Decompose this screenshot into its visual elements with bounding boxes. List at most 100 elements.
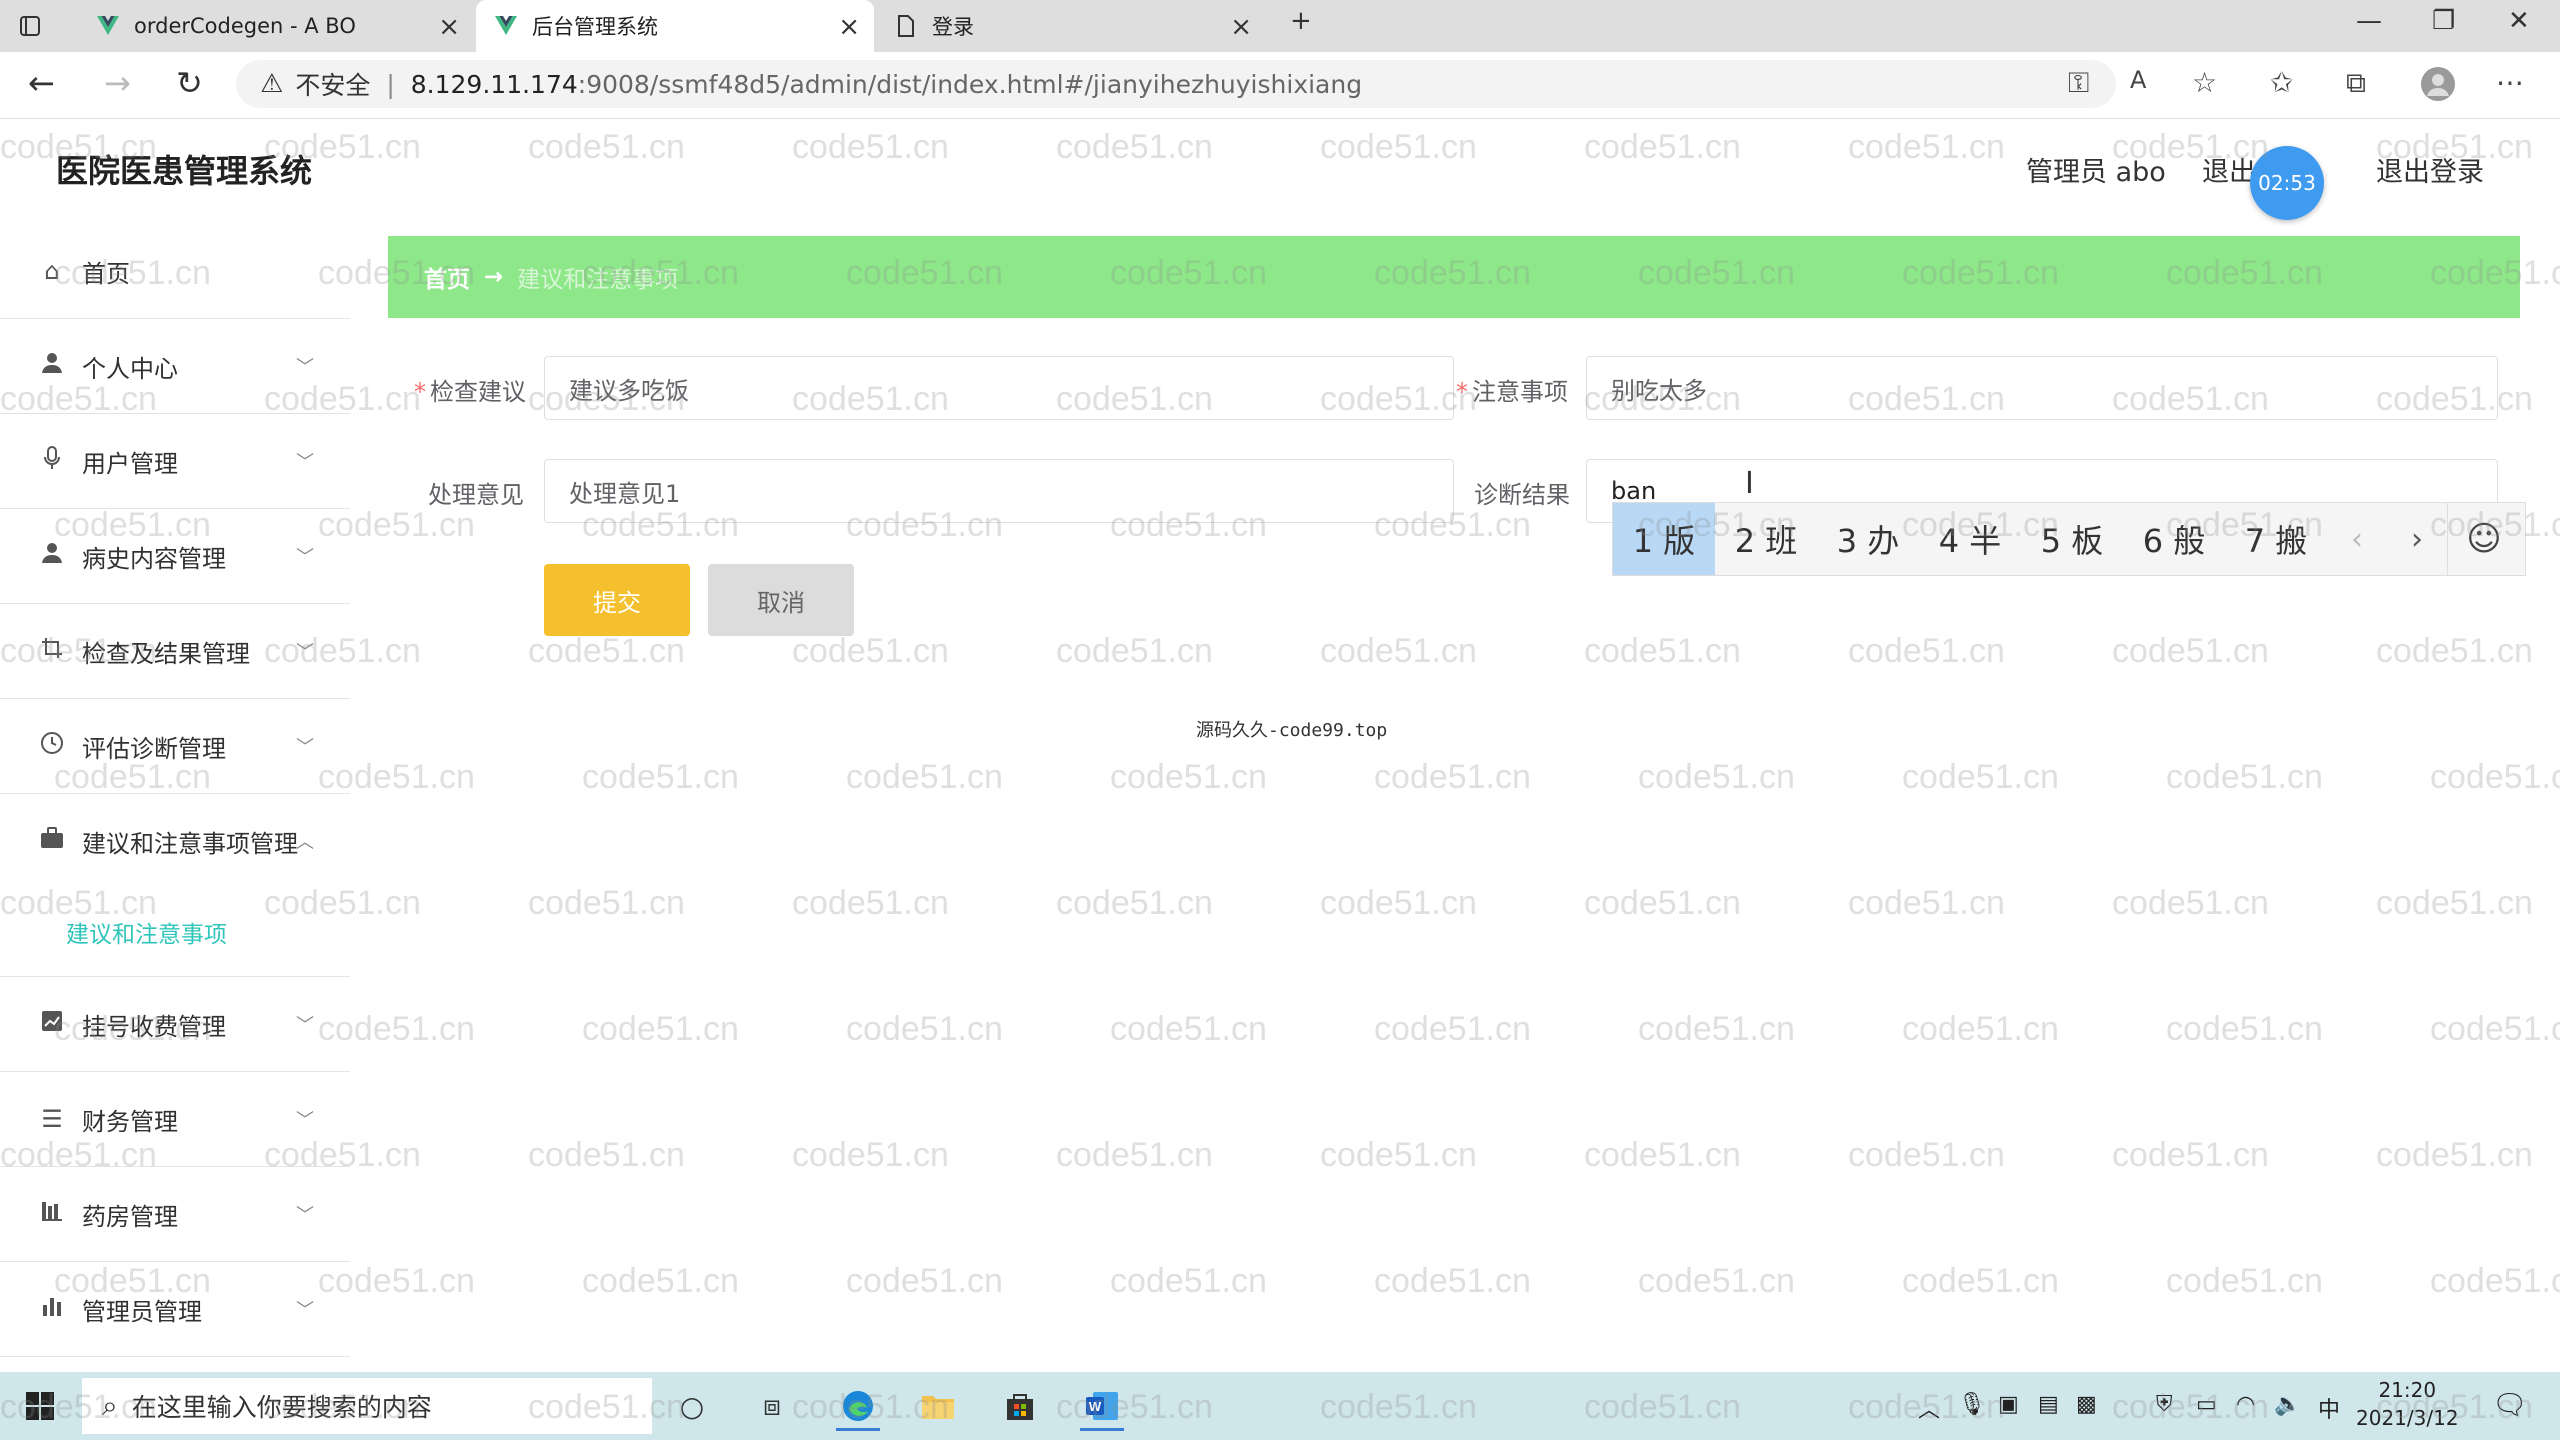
emoji-icon[interactable]: ☺ [2447, 503, 2520, 575]
profile-icon[interactable] [2420, 66, 2456, 109]
task-view-icon[interactable]: ⧈ [750, 1384, 794, 1428]
submit-button[interactable]: 提交 [544, 564, 690, 636]
sidebar-item-home[interactable]: ⌂ 首页 [0, 224, 350, 319]
notes-input[interactable]: 别吃太多 [1586, 356, 2498, 420]
watermark-text: code51.cn [2376, 884, 2533, 922]
ime-candidate[interactable]: 4 半 [1919, 503, 2021, 575]
tray-overflow-icon[interactable]: ︿ [1918, 1392, 1940, 1424]
ime-next-icon[interactable]: › [2387, 522, 2447, 557]
timer-badge[interactable]: 02:53 [2250, 146, 2324, 220]
chevron-up-icon: ︿ [296, 832, 314, 853]
file-explorer-icon[interactable] [916, 1384, 960, 1428]
battery-icon[interactable]: ▭ [2196, 1392, 2217, 1417]
close-window-button[interactable]: ✕ [2508, 6, 2530, 36]
wifi-icon[interactable]: ◠ [2236, 1392, 2255, 1417]
watermark-text: code51.cn [2112, 884, 2269, 922]
watermark-text: code51.cn [528, 1136, 685, 1174]
check-advice-input[interactable]: 建议多吃饭 [544, 356, 1454, 420]
sidebar-item-examination[interactable]: 检查及结果管理 ﹀ [0, 604, 350, 699]
favorite-add-icon[interactable]: ☆ [2192, 66, 2217, 99]
ime-candidate[interactable]: 2 班 [1715, 503, 1817, 575]
tray-app-icon[interactable]: ▣ [1998, 1392, 2019, 1417]
forward-button[interactable]: → [104, 64, 131, 102]
edge-browser-icon[interactable] [836, 1384, 880, 1431]
back-button[interactable]: ← [28, 64, 55, 102]
sidebar-item-history[interactable]: 病史内容管理 ﹀ [0, 509, 350, 604]
tab-admin[interactable]: 后台管理系统 × [476, 0, 874, 52]
sidebar-item-finance[interactable]: ☰ 财务管理 ﹀ [0, 1072, 350, 1167]
cancel-button[interactable]: 取消 [708, 564, 854, 636]
taskbar-search-input[interactable]: ⌕ 在这里输入你要搜索的内容 [82, 1378, 652, 1434]
sidebar-subitem-advice[interactable]: 建议和注意事项 [0, 888, 350, 977]
ime-candidate-bar: 1 版 2 班 3 办 4 半 5 板 6 般 7 搬 ‹ › ☺ [1612, 502, 2526, 576]
nvidia-icon[interactable]: ▩ [2076, 1392, 2097, 1417]
exit-link-partial[interactable]: 退出 [2202, 150, 2256, 189]
url-text: 8.129.11.174:9008/ssmf48d5/admin/dist/in… [410, 69, 1363, 99]
close-tab-icon[interactable]: × [1230, 12, 1252, 42]
sidebar-item-admins[interactable]: 管理员管理 ﹀ [0, 1262, 350, 1357]
volume-icon[interactable]: 🔈 [2274, 1392, 2301, 1417]
tab-login[interactable]: 登录 × [876, 0, 1266, 52]
key-icon[interactable]: ⚿ [2068, 66, 2089, 100]
favorites-icon[interactable]: ✩ [2270, 66, 2293, 99]
ime-candidate[interactable]: 1 版 [1613, 503, 1715, 575]
sidebar-menu: ⌂ 首页 个人中心 ﹀ 用户管理 ﹀ 病史内容管理 ﹀ 检查及结果管理 ﹀ 评估… [0, 224, 350, 1357]
handling-input[interactable]: 处理意见1 [544, 459, 1454, 523]
security-shield-icon[interactable]: ⛨ [2156, 1392, 2173, 1417]
taskbar-clock[interactable]: 21:20 2021/3/12 [2356, 1376, 2459, 1432]
collections-icon[interactable]: ⧉ [2346, 66, 2366, 100]
ime-candidate[interactable]: 7 搬 [2225, 503, 2327, 575]
sidebar-item-users[interactable]: 用户管理 ﹀ [0, 414, 350, 509]
vue-logo-icon [494, 14, 518, 38]
warning-icon: ⚠ [260, 69, 284, 99]
sidebar-item-label: 财务管理 [82, 1107, 178, 1136]
word-icon[interactable]: W [1080, 1384, 1124, 1431]
read-aloud-icon[interactable]: A [2130, 66, 2146, 94]
watermark-text: code51.cn [1848, 1136, 2005, 1174]
tab-actions-button[interactable] [0, 0, 60, 52]
text-cursor-icon: I [1745, 466, 1754, 501]
refresh-button[interactable]: ↻ [176, 64, 203, 102]
ime-candidate[interactable]: 5 板 [2021, 503, 2123, 575]
store-icon[interactable] [998, 1384, 1042, 1428]
svg-text:W: W [1089, 1399, 1102, 1414]
url-field[interactable]: ⚠ 不安全 | 8.129.11.174:9008/ssmf48d5/admin… [236, 60, 2116, 108]
watermark-text: code51.cn [1584, 1136, 1741, 1174]
ime-prev-icon[interactable]: ‹ [2327, 522, 2387, 557]
address-bar: ← → ↻ ⚠ 不安全 | 8.129.11.174:9008/ssmf48d5… [0, 52, 2560, 119]
minimize-button[interactable]: — [2356, 6, 2382, 36]
new-tab-button[interactable]: + [1290, 6, 1312, 36]
watermark-text: code51.cn [1902, 1010, 2059, 1048]
maximize-button[interactable]: ❐ [2432, 6, 2455, 36]
breadcrumb-home[interactable]: 首页 [424, 260, 470, 294]
watermark-text: code51.cn [1110, 1262, 1267, 1300]
tab-ordercodegen[interactable]: orderCodegen - A BO × [78, 0, 474, 52]
sidebar-item-registration[interactable]: 挂号收费管理 ﹀ [0, 977, 350, 1072]
microphone-icon[interactable]: 🎙 [1958, 1392, 1986, 1417]
sidebar-item-advice[interactable]: 建议和注意事项管理 ︿ [0, 794, 350, 888]
sidebar-item-label: 首页 [82, 259, 130, 288]
close-tab-icon[interactable]: × [838, 12, 860, 42]
cortana-icon[interactable]: ○ [670, 1384, 714, 1428]
logout-link[interactable]: 退出登录 [2376, 150, 2484, 189]
sidebar-item-personal[interactable]: 个人中心 ﹀ [0, 319, 350, 414]
watermark-text: code51.cn [1374, 1010, 1531, 1048]
ime-candidate[interactable]: 3 办 [1817, 503, 1919, 575]
notification-icon[interactable]: 🗨 [2492, 1388, 2528, 1421]
close-tab-icon[interactable]: × [438, 12, 460, 42]
breadcrumb: 首页 → 建议和注意事项 [388, 236, 2520, 318]
windows-taskbar: ⌕ 在这里输入你要搜索的内容 ○ ⧈ W ︿ 🎙 ▣ ▤ ▩ ⛨ ▭ ◠ 🔈 中… [0, 1372, 2560, 1440]
ime-indicator[interactable]: 中 [2318, 1392, 2340, 1424]
chevron-down-icon: ﹀ [296, 452, 314, 473]
watermark-text: code51.cn [1374, 1262, 1531, 1300]
watermark-text: code51.cn [846, 1262, 1003, 1300]
sidebar-item-pharmacy[interactable]: 药房管理 ﹀ [0, 1167, 350, 1262]
watermark-text: code51.cn [1056, 884, 1213, 922]
ime-candidate[interactable]: 6 般 [2123, 503, 2225, 575]
windows-start-icon[interactable] [18, 1384, 62, 1428]
watermark-text: code51.cn [846, 1010, 1003, 1048]
more-icon[interactable]: ⋯ [2496, 66, 2524, 99]
sidebar-item-diagnosis[interactable]: 评估诊断管理 ﹀ [0, 699, 350, 794]
footer-text: 源码久久-code99.top [1196, 720, 1388, 741]
tray-app-icon[interactable]: ▤ [2038, 1392, 2059, 1417]
